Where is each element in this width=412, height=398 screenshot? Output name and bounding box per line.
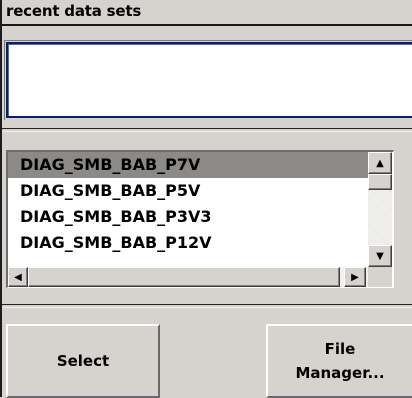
- list-item[interactable]: DIAG_SMB_BAB_P5V: [8, 178, 368, 204]
- title-divider: [2, 24, 412, 26]
- arrow-right-icon: ▶: [351, 271, 359, 283]
- select-button-label: Select: [56, 352, 110, 370]
- data-set-list-items: DIAG_SMB_BAB_P7V DIAG_SMB_BAB_P5V DIAG_S…: [8, 152, 368, 267]
- arrow-down-icon: ▼: [376, 250, 384, 262]
- list-item[interactable]: DIAG_SMB_BAB_P7V: [8, 152, 368, 178]
- scroll-left-button[interactable]: ◀: [8, 267, 28, 287]
- file-manager-label-line1: File: [324, 340, 356, 358]
- arrow-left-icon: ◀: [14, 271, 22, 283]
- scrollbar-corner: [368, 267, 392, 287]
- data-set-list[interactable]: DIAG_SMB_BAB_P7V DIAG_SMB_BAB_P5V DIAG_S…: [6, 150, 394, 288]
- scroll-down-button[interactable]: ▼: [368, 245, 392, 267]
- file-manager-label-line2: Manager...: [295, 364, 385, 382]
- button-area-divider: [2, 304, 412, 305]
- vertical-scrollbar[interactable]: ▲ ▼: [368, 152, 392, 267]
- list-item-label: DIAG_SMB_BAB_P7V: [20, 155, 201, 174]
- list-item[interactable]: DIAG_SMB_BAB_P12V: [8, 230, 368, 256]
- list-item-label: DIAG_SMB_BAB_P3V3: [20, 207, 212, 226]
- recent-data-sets-field[interactable]: [6, 42, 412, 118]
- list-item-label: DIAG_SMB_BAB_P12V: [20, 233, 212, 252]
- button-area-divider-highlight: [2, 307, 412, 308]
- select-button[interactable]: Select: [6, 324, 160, 398]
- list-item-label: DIAG_SMB_BAB_P5V: [20, 181, 201, 200]
- vertical-scroll-thumb[interactable]: [368, 174, 392, 190]
- file-manager-button[interactable]: File Manager...: [266, 324, 412, 398]
- file-manager-button-label: File Manager...: [295, 337, 384, 385]
- scroll-right-button[interactable]: ▶: [344, 267, 366, 287]
- scroll-up-button[interactable]: ▲: [368, 152, 392, 174]
- horizontal-scrollbar[interactable]: ◀ ▶: [8, 267, 368, 287]
- section-divider-highlight: [2, 131, 412, 132]
- list-item[interactable]: DIAG_SMB_BAB_P3V3: [8, 204, 368, 230]
- arrow-up-icon: ▲: [376, 157, 384, 169]
- panel-title: recent data sets: [6, 2, 142, 20]
- section-divider: [2, 128, 412, 129]
- horizontal-scroll-thumb[interactable]: [28, 267, 340, 287]
